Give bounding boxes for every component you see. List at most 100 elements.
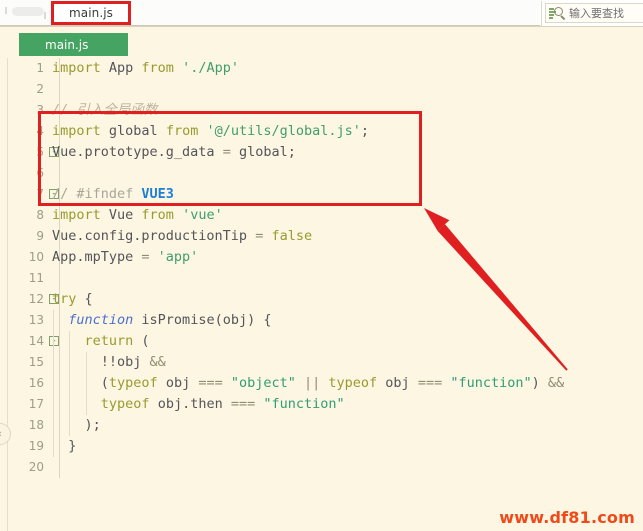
code-line[interactable]: 16 (typeof obj === "object" || typeof ob… bbox=[8, 373, 643, 394]
line-number: 17 bbox=[28, 397, 44, 411]
gutter-separator bbox=[59, 457, 60, 478]
code-token: Vue.prototype.g_data bbox=[52, 144, 223, 160]
window-top-bar: main.js bbox=[0, 0, 643, 27]
code-token: typeof bbox=[100, 396, 158, 412]
code-line-text: import global from '@/utils/global.js'; bbox=[52, 121, 369, 142]
file-tab-label: main.js bbox=[45, 37, 89, 52]
code-line[interactable]: 3 // 引入全局函数 bbox=[8, 100, 643, 121]
code-line-text: typeof obj.then === "function" bbox=[52, 394, 345, 415]
code-line-text: ); bbox=[52, 415, 101, 436]
code-line[interactable]: 13 function isPromise(obj) { bbox=[8, 310, 643, 331]
line-number: 3 bbox=[36, 103, 44, 117]
code-token: === bbox=[417, 375, 451, 391]
code-token: 'app' bbox=[157, 249, 199, 265]
watermark-text: www.df81.com bbox=[499, 508, 635, 527]
gutter-separator bbox=[59, 268, 60, 289]
gutter-separator bbox=[59, 163, 60, 184]
code-line[interactable]: 2 bbox=[8, 79, 643, 100]
code-line[interactable]: 12- try { bbox=[8, 289, 643, 310]
code-token: function bbox=[68, 312, 142, 328]
code-line[interactable]: 4 import global from '@/utils/global.js'; bbox=[8, 121, 643, 142]
editor-file-tab-row: main.js bbox=[0, 27, 643, 58]
line-number: 10 bbox=[28, 250, 44, 264]
code-line[interactable]: 9 Vue.config.productionTip = false bbox=[8, 226, 643, 247]
code-line-text: (typeof obj === "object" || typeof obj =… bbox=[52, 373, 564, 394]
code-token: "object" bbox=[230, 375, 304, 391]
code-token: && bbox=[547, 375, 565, 391]
gutter-separator bbox=[59, 79, 60, 100]
code-line[interactable]: 19 } bbox=[8, 436, 643, 457]
line-number: 12 bbox=[28, 292, 44, 306]
code-token: App.mpType bbox=[52, 249, 142, 265]
code-line-text: import App from './App' bbox=[52, 58, 239, 79]
code-token: !!obj bbox=[52, 354, 150, 370]
code-line[interactable]: 18 ); bbox=[8, 415, 643, 436]
code-editor-area[interactable]: 1 import App from './App' 2 3 // 引入全局函数 4 impo… bbox=[8, 58, 643, 531]
code-token: obj.then bbox=[157, 396, 231, 412]
line-number: 16 bbox=[28, 376, 44, 390]
code-line[interactable]: 7-// #ifndef VUE3 bbox=[8, 184, 643, 205]
code-token: isPromise(obj) bbox=[141, 312, 264, 328]
code-token: ( bbox=[52, 375, 109, 391]
find-search-icon bbox=[547, 4, 567, 22]
code-token: } bbox=[52, 438, 77, 454]
code-line-text: import Vue from 'vue' bbox=[52, 205, 223, 226]
code-token: obj bbox=[165, 375, 199, 391]
code-line[interactable]: 15 !!obj && bbox=[8, 352, 643, 373]
code-token: typeof bbox=[328, 375, 386, 391]
code-line[interactable]: 20 bbox=[8, 457, 643, 478]
code-line[interactable]: 6 bbox=[8, 163, 643, 184]
line-number: 7 bbox=[36, 187, 44, 201]
code-token: obj bbox=[385, 375, 418, 391]
line-number: 5 bbox=[36, 145, 44, 159]
code-token: import bbox=[52, 207, 109, 223]
code-token: ) bbox=[531, 375, 548, 391]
line-number: 14 bbox=[28, 334, 44, 348]
code-token: "function" bbox=[450, 375, 532, 391]
inactive-tab-fragment[interactable] bbox=[2, 3, 50, 23]
line-number: 4 bbox=[36, 124, 44, 138]
code-token: { bbox=[84, 291, 93, 307]
code-token: false bbox=[271, 228, 313, 244]
code-token: global bbox=[108, 123, 166, 139]
code-line-text: Vue.config.productionTip = false bbox=[52, 226, 312, 247]
code-line-text: function isPromise(obj) { bbox=[52, 310, 271, 331]
code-line[interactable]: 11 bbox=[8, 268, 643, 289]
code-token: { bbox=[263, 312, 272, 328]
search-input[interactable] bbox=[567, 6, 643, 20]
browser-tab-strip: main.js bbox=[0, 0, 540, 26]
active-tab-label: main.js bbox=[68, 6, 114, 20]
code-token: // 引入全局函数 bbox=[52, 102, 158, 118]
code-line[interactable]: 8 import Vue from 'vue' bbox=[8, 205, 643, 226]
line-number: 19 bbox=[28, 439, 44, 453]
search-area bbox=[541, 1, 643, 26]
code-line-text: // #ifndef VUE3 bbox=[52, 184, 174, 205]
line-number: 6 bbox=[36, 166, 44, 180]
code-line-text: Vue.prototype.g_data = global; bbox=[52, 142, 296, 163]
line-number: 13 bbox=[28, 313, 44, 327]
line-number: 18 bbox=[28, 418, 44, 432]
tab-tick-left bbox=[5, 7, 7, 14]
code-line[interactable]: 5- Vue.prototype.g_data = global; bbox=[8, 142, 643, 163]
code-line[interactable]: 17 typeof obj.then === "function" bbox=[8, 394, 643, 415]
code-token: ; bbox=[360, 123, 370, 139]
file-tab-mainjs[interactable]: main.js bbox=[19, 33, 128, 56]
code-token: = bbox=[255, 228, 272, 244]
code-token: VUE3 bbox=[141, 186, 174, 202]
line-number: 1 bbox=[36, 61, 44, 75]
editor-panel: main.js 1 import App from './App' 2 3 // 引入全… bbox=[0, 27, 643, 531]
code-token: typeof bbox=[108, 375, 166, 391]
search-box[interactable] bbox=[545, 3, 643, 23]
code-token: ( bbox=[141, 333, 150, 349]
code-token: '@/utils/global.js' bbox=[206, 123, 361, 139]
line-number: 2 bbox=[36, 82, 44, 96]
active-tab-mainjs[interactable]: main.js bbox=[51, 1, 131, 25]
code-token: './App' bbox=[182, 60, 239, 76]
code-token: import bbox=[52, 123, 109, 139]
code-line[interactable]: 10 App.mpType = 'app' bbox=[8, 247, 643, 268]
code-token: Vue.config.productionTip bbox=[52, 228, 256, 244]
code-line[interactable]: 1 import App from './App' bbox=[8, 58, 643, 79]
code-line[interactable]: 14- return ( bbox=[8, 331, 643, 352]
code-token: || bbox=[304, 375, 329, 391]
